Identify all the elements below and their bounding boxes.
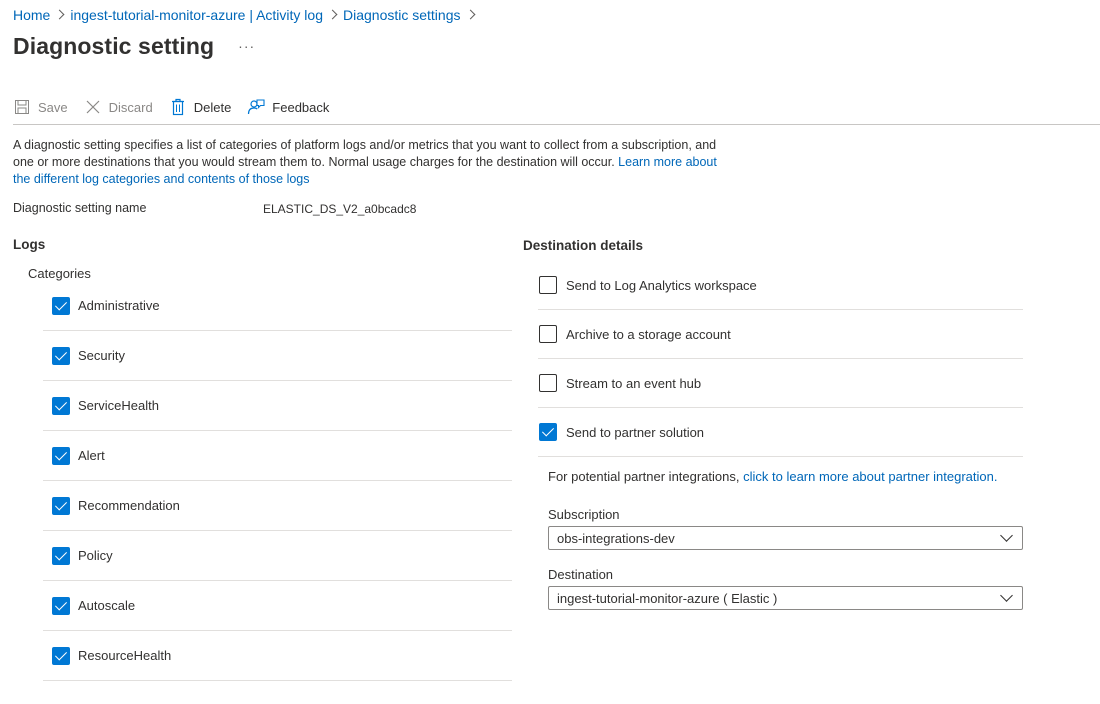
trash-icon — [169, 98, 187, 116]
category-servicehealth[interactable]: ServiceHealth — [43, 381, 512, 431]
category-policy[interactable]: Policy — [43, 531, 512, 581]
delete-label: Delete — [193, 99, 232, 115]
partner-note-text: For potential partner integrations, — [548, 469, 744, 484]
destination-label: Archive to a storage account — [566, 326, 731, 342]
destination-dropdown[interactable]: ingest-tutorial-monitor-azure ( Elastic … — [548, 586, 1023, 610]
security-checkbox[interactable] — [52, 346, 70, 365]
destination-partner-solution[interactable]: Send to partner solution — [538, 408, 1023, 457]
event-hub-checkbox[interactable] — [539, 374, 557, 392]
category-label: ServiceHealth — [78, 398, 159, 413]
delete-button[interactable]: Delete — [169, 95, 232, 119]
subscription-value: obs-integrations-dev — [557, 531, 675, 546]
feedback-label: Feedback — [272, 99, 330, 115]
category-alert[interactable]: Alert — [43, 431, 512, 481]
breadcrumb: Home ingest-tutorial-monitor-azure | Act… — [13, 6, 481, 24]
category-label: Administrative — [78, 298, 160, 313]
chevron-right-icon — [50, 8, 70, 22]
title-row: Diagnostic setting ··· — [13, 33, 255, 60]
destination-value: ingest-tutorial-monitor-azure ( Elastic … — [557, 591, 778, 606]
recommendation-checkbox[interactable] — [52, 496, 70, 515]
command-bar: Save Discard Delete Feedback — [13, 95, 1100, 125]
logs-heading: Logs — [13, 237, 46, 252]
resourcehealth-checkbox[interactable] — [52, 646, 70, 665]
category-administrative[interactable]: Administrative — [43, 281, 512, 331]
category-label: Policy — [78, 548, 113, 563]
partner-note: For potential partner integrations, clic… — [548, 469, 997, 484]
description-text: A diagnostic setting specifies a list of… — [13, 138, 717, 169]
category-recommendation[interactable]: Recommendation — [43, 481, 512, 531]
destination-log-analytics[interactable]: Send to Log Analytics workspace — [538, 261, 1023, 310]
feedback-icon — [247, 98, 265, 116]
destination-options-list: Send to Log Analytics workspace Archive … — [538, 261, 1023, 457]
policy-checkbox[interactable] — [52, 546, 70, 565]
chevron-down-icon — [1000, 589, 1013, 602]
chevron-right-icon — [461, 8, 481, 22]
chevron-down-icon — [1000, 529, 1013, 542]
destination-heading: Destination details — [523, 238, 644, 253]
servicehealth-checkbox[interactable] — [52, 396, 70, 415]
subscription-label: Subscription — [548, 507, 620, 522]
log-analytics-checkbox[interactable] — [539, 276, 557, 294]
subscription-dropdown[interactable]: obs-integrations-dev — [548, 526, 1023, 550]
category-label: Autoscale — [78, 598, 136, 613]
breadcrumb-diagnostic-settings[interactable]: Diagnostic settings — [343, 7, 461, 23]
page-title: Diagnostic setting — [13, 33, 215, 59]
administrative-checkbox[interactable] — [52, 296, 70, 315]
more-options-button[interactable]: ··· — [238, 38, 255, 54]
breadcrumb-activity-log[interactable]: ingest-tutorial-monitor-azure | Activity… — [70, 7, 323, 23]
discard-label: Discard — [108, 99, 153, 115]
categories-label: Categories — [28, 266, 91, 281]
close-icon — [84, 98, 102, 116]
category-resourcehealth[interactable]: ResourceHealth — [43, 631, 512, 681]
category-label: ResourceHealth — [78, 648, 172, 663]
partner-integration-link[interactable]: click to learn more about partner integr… — [743, 469, 997, 484]
destination-label: Send to partner solution — [566, 424, 705, 440]
autoscale-checkbox[interactable] — [52, 596, 70, 615]
category-label: Alert — [78, 448, 105, 463]
destination-field-label: Destination — [548, 567, 614, 582]
destination-event-hub[interactable]: Stream to an event hub — [538, 359, 1023, 408]
feedback-button[interactable]: Feedback — [247, 95, 329, 119]
category-autoscale[interactable]: Autoscale — [43, 581, 512, 631]
storage-account-checkbox[interactable] — [539, 325, 557, 343]
chevron-right-icon — [323, 8, 343, 22]
setting-name-row: Diagnostic setting name ELASTIC_DS_V2_a0… — [13, 201, 613, 219]
destination-label: Send to Log Analytics workspace — [566, 277, 757, 293]
category-security[interactable]: Security — [43, 331, 512, 381]
partner-solution-checkbox[interactable] — [539, 423, 557, 441]
destination-label: Stream to an event hub — [566, 375, 702, 391]
alert-checkbox[interactable] — [52, 446, 70, 465]
save-label: Save — [38, 99, 68, 115]
setting-name-label: Diagnostic setting name — [13, 201, 147, 215]
category-label: Security — [78, 348, 125, 363]
setting-name-value: ELASTIC_DS_V2_a0bcadc8 — [263, 202, 417, 216]
save-icon — [13, 98, 31, 116]
discard-button[interactable]: Discard — [84, 95, 153, 119]
log-categories-list: Administrative Security ServiceHealth Al… — [43, 281, 512, 681]
save-button[interactable]: Save — [13, 95, 68, 119]
breadcrumb-home[interactable]: Home — [13, 7, 50, 23]
category-label: Recommendation — [78, 498, 180, 513]
description: A diagnostic setting specifies a list of… — [13, 137, 723, 188]
destination-storage-account[interactable]: Archive to a storage account — [538, 310, 1023, 359]
